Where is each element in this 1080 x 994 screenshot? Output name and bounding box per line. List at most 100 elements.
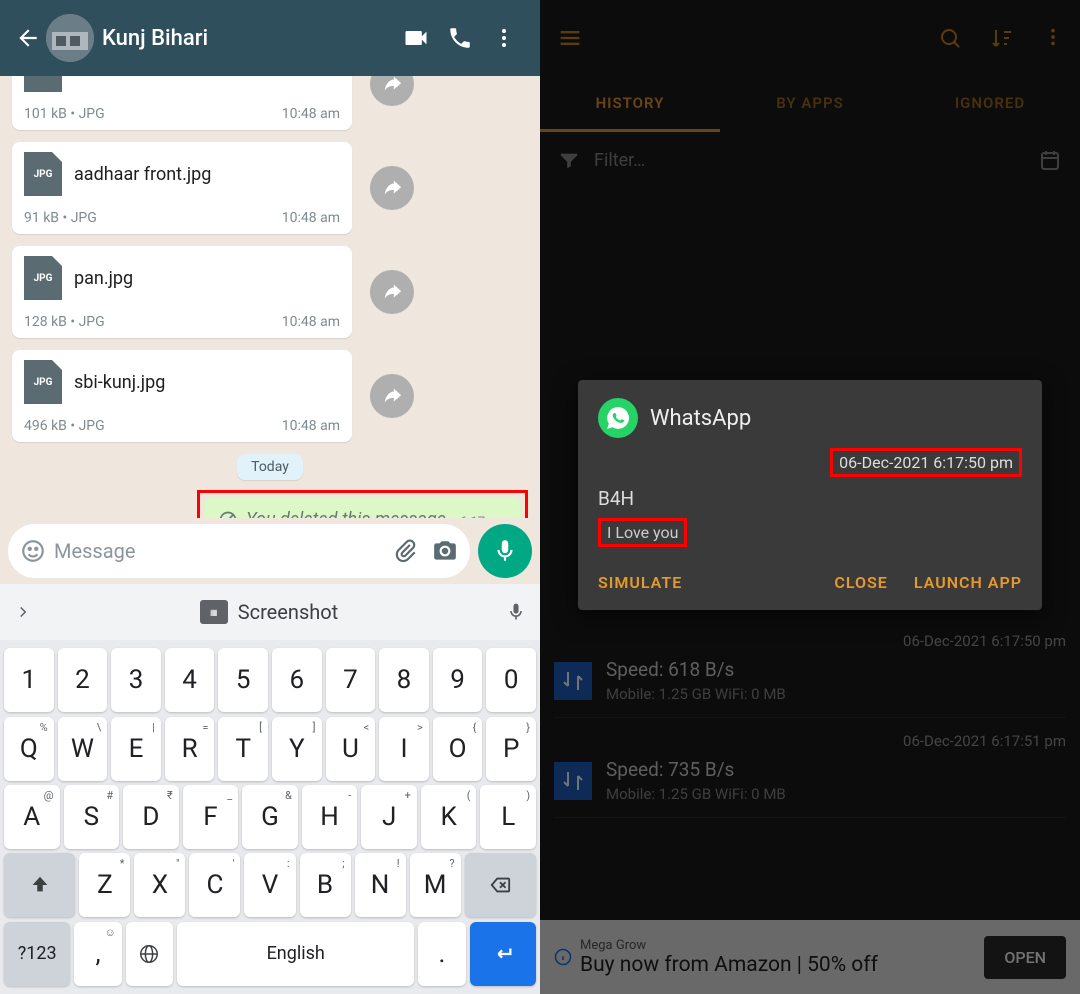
mic-button[interactable] — [478, 524, 532, 578]
key-0[interactable]: 0 — [486, 648, 536, 712]
contact-avatar[interactable] — [46, 14, 94, 62]
key-4[interactable]: 4 — [165, 648, 215, 712]
close-button[interactable]: CLOSE — [834, 573, 887, 592]
ad-banner[interactable]: Mega Grow Buy now from Amazon | 50% off … — [540, 920, 1080, 994]
list-item[interactable]: 06-Dec-2021 6:17:51 pm Speed: 735 B/s Mo… — [554, 718, 1066, 818]
suggestion-chip[interactable]: ▦ Screenshot — [200, 600, 338, 624]
forward-icon[interactable] — [370, 76, 414, 106]
key-8[interactable]: 8 — [379, 648, 429, 712]
file-time: 10:48 am — [282, 106, 340, 122]
globe-key[interactable] — [126, 922, 173, 986]
file-message-row: JPG 101 kB • JPG 10:48 am — [12, 76, 528, 130]
key-W[interactable]: W\ — [58, 717, 108, 781]
backspace-key[interactable] — [465, 853, 536, 917]
tab-by-apps[interactable]: BY APPS — [720, 76, 900, 132]
key-9[interactable]: 9 — [433, 648, 483, 712]
forward-icon[interactable] — [370, 374, 414, 418]
key-L[interactable]: L) — [480, 785, 536, 849]
chat-area[interactable]: JPG 101 kB • JPG 10:48 am JPG aadhaar fr… — [0, 76, 540, 518]
file-meta: 496 kB • JPG — [24, 418, 105, 434]
tab-ignored[interactable]: IGNORED — [900, 76, 1080, 132]
key-3[interactable]: 3 — [111, 648, 161, 712]
deleted-bubble[interactable]: You deleted this message 6:17 pm — [204, 497, 521, 518]
key-R[interactable]: R= — [165, 717, 215, 781]
key-J[interactable]: J+ — [361, 785, 417, 849]
key-5[interactable]: 5 — [218, 648, 268, 712]
file-time: 10:48 am — [282, 418, 340, 434]
file-bubble[interactable]: JPG aadhaar front.jpg 91 kB • JPG 10:48 … — [12, 142, 352, 234]
key-Z[interactable]: Z* — [79, 853, 130, 917]
whatsapp-icon — [598, 398, 638, 438]
voice-call-icon[interactable] — [438, 25, 482, 51]
file-bubble[interactable]: JPG pan.jpg 128 kB • JPG 10:48 am — [12, 246, 352, 338]
key-X[interactable]: X" — [134, 853, 185, 917]
menu-icon[interactable] — [556, 24, 584, 52]
key-B[interactable]: B; — [300, 853, 351, 917]
key-Y[interactable]: Y] — [272, 717, 322, 781]
back-icon[interactable] — [14, 24, 42, 52]
key-N[interactable]: N! — [355, 853, 406, 917]
filter-input[interactable]: Filter… — [594, 150, 645, 171]
key-P[interactable]: P} — [486, 717, 536, 781]
camera-icon[interactable] — [432, 538, 458, 564]
jpg-file-icon: JPG — [24, 256, 62, 300]
file-message-row: JPG sbi-kunj.jpg 496 kB • JPG 10:48 am — [12, 350, 528, 442]
tab-history[interactable]: HISTORY — [540, 76, 720, 132]
app-toolbar — [540, 0, 1080, 76]
space-key[interactable]: English — [177, 922, 414, 986]
ad-open-button[interactable]: OPEN — [984, 936, 1066, 979]
key-C[interactable]: C' — [189, 853, 240, 917]
key-O[interactable]: O{ — [433, 717, 483, 781]
key-G[interactable]: G& — [242, 785, 298, 849]
key-6[interactable]: 6 — [272, 648, 322, 712]
chevron-right-icon[interactable] — [14, 603, 32, 621]
video-call-icon[interactable] — [394, 24, 438, 52]
key-S[interactable]: S# — [64, 785, 120, 849]
key-2[interactable]: 2 — [58, 648, 108, 712]
mic-icon[interactable] — [506, 599, 526, 625]
key-A[interactable]: A@ — [4, 785, 60, 849]
key-H[interactable]: H- — [302, 785, 358, 849]
shift-key[interactable] — [4, 853, 75, 917]
key-V[interactable]: V: — [244, 853, 295, 917]
file-bubble[interactable]: JPG 101 kB • JPG 10:48 am — [12, 76, 352, 130]
key-T[interactable]: T[ — [218, 717, 268, 781]
key-Q[interactable]: Q% — [4, 717, 54, 781]
message-input[interactable]: Message — [8, 524, 470, 578]
symbols-key[interactable]: ?123 — [4, 922, 70, 986]
forward-icon[interactable] — [370, 270, 414, 314]
deleted-text: You deleted this message — [246, 509, 446, 518]
key-K[interactable]: K( — [421, 785, 477, 849]
key-7[interactable]: 7 — [326, 648, 376, 712]
emoji-icon[interactable] — [20, 538, 46, 564]
list-item[interactable]: 06-Dec-2021 6:17:50 pm Speed: 618 B/s Mo… — [554, 618, 1066, 718]
key-M[interactable]: M? — [410, 853, 461, 917]
period-key[interactable]: . — [418, 922, 465, 986]
contact-name[interactable]: Kunj Bihari — [102, 26, 394, 51]
key-D[interactable]: D₹ — [123, 785, 179, 849]
forward-icon[interactable] — [370, 166, 414, 210]
file-bubble[interactable]: JPG sbi-kunj.jpg 496 kB • JPG 10:48 am — [12, 350, 352, 442]
comma-key[interactable]: ,☺ — [74, 922, 121, 986]
launch-app-button[interactable]: LAUNCH APP — [914, 573, 1022, 592]
simulate-button[interactable]: SIMULATE — [598, 573, 682, 592]
key-E[interactable]: E| — [111, 717, 161, 781]
file-message-row: JPG pan.jpg 128 kB • JPG 10:48 am — [12, 246, 528, 338]
search-icon[interactable] — [938, 26, 962, 50]
filter-icon[interactable] — [558, 149, 580, 171]
tab-bar: HISTORY BY APPS IGNORED — [540, 76, 1080, 132]
key-I[interactable]: I> — [379, 717, 429, 781]
ad-info-icon — [554, 948, 572, 966]
sort-icon[interactable] — [990, 26, 1014, 50]
key-U[interactable]: U< — [326, 717, 376, 781]
key-F[interactable]: F_ — [183, 785, 239, 849]
notification-detail-modal: WhatsApp 06-Dec-2021 6:17:50 pm B4H I Lo… — [578, 380, 1042, 610]
attach-icon[interactable] — [392, 538, 418, 564]
key-1[interactable]: 1 — [4, 648, 54, 712]
item-time: 06-Dec-2021 6:17:50 pm — [554, 632, 1066, 650]
ad-text: Buy now from Amazon | 50% off — [580, 953, 984, 977]
more-icon[interactable] — [1042, 26, 1064, 48]
more-icon[interactable] — [482, 26, 526, 50]
enter-key[interactable] — [470, 922, 536, 986]
calendar-icon[interactable] — [1038, 148, 1062, 172]
